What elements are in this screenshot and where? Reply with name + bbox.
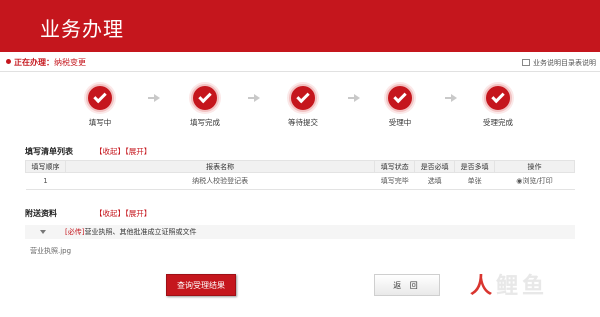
progress-steps: 填写中 填写完成 等待提交 受理中 受理完成 <box>60 84 560 134</box>
check-icon <box>484 84 512 112</box>
cell-name: 纳税人校验登记表 <box>65 172 375 190</box>
current-task: 正在办理：纳税变更 <box>14 58 86 67</box>
col-op: 操作 <box>494 160 575 173</box>
check-icon <box>191 84 219 112</box>
step-3: 等待提交 <box>263 84 343 128</box>
col-required: 是否必填 <box>414 160 456 173</box>
page-title: 业务办理 <box>40 17 124 41</box>
arrow-right-icon <box>148 94 160 102</box>
list-section-title: 填写清单列表 <box>25 147 73 156</box>
attachment-file[interactable]: 营业执照.jpg <box>30 246 71 256</box>
view-print-link[interactable]: ◉浏览/打印 <box>494 172 575 190</box>
form-list-table: 填写顺序 报表名称 填写状态 是否必填 是否多填 操作 1 纳税人校验登记表 填… <box>25 160 575 190</box>
page-header: 业务办理 <box>0 0 600 52</box>
location-pin-icon <box>6 59 11 64</box>
document-icon <box>522 59 530 66</box>
step-label: 填写完成 <box>190 118 220 127</box>
table-header-row: 填写顺序 报表名称 填写状态 是否必填 是否多填 操作 <box>25 160 575 173</box>
query-result-button[interactable]: 查询受理结果 <box>166 274 236 296</box>
step-label: 受理完成 <box>483 118 513 127</box>
cell-required: 选填 <box>414 172 455 190</box>
step-1: 填写中 <box>60 84 140 128</box>
collapse-link[interactable]: 【收起】 <box>95 147 125 156</box>
cell-multi: 单张 <box>454 172 495 190</box>
step-4: 受理中 <box>360 84 440 128</box>
attach-section-title: 附送资料 <box>25 209 57 218</box>
table-row: 1 纳税人校验登记表 填写完毕 选填 单张 ◉浏览/打印 <box>25 172 575 190</box>
step-label: 受理中 <box>388 118 412 127</box>
col-multi: 是否多填 <box>454 160 496 173</box>
back-button[interactable]: 返 回 <box>374 274 440 296</box>
check-icon <box>386 84 414 112</box>
triangle-down-icon[interactable] <box>40 230 46 234</box>
step-label: 填写中 <box>88 118 112 127</box>
expand-link[interactable]: 【展开】 <box>125 209 151 218</box>
arrow-right-icon <box>445 94 457 102</box>
col-name: 报表名称 <box>64 160 376 173</box>
attachment-label: [必传]营业执照、其他批准成立证照或文件 <box>65 228 197 236</box>
col-order: 填写顺序 <box>25 160 66 173</box>
watermark-logo: 人鲤鱼 <box>470 274 549 299</box>
step-5: 受理完成 <box>458 84 538 128</box>
required-tag: [必传] <box>65 228 85 236</box>
collapse-link[interactable]: 【收起】 <box>95 209 125 218</box>
list-toggle: 【收起】【展开】 <box>95 146 151 157</box>
help-link[interactable]: 业务说明目录表说明 <box>522 58 596 68</box>
current-task-value: 纳税变更 <box>54 58 86 67</box>
step-2: 填写完成 <box>165 84 245 128</box>
attach-toggle: 【收起】【展开】 <box>95 208 151 219</box>
col-status: 填写状态 <box>374 160 416 173</box>
step-label: 等待提交 <box>288 118 318 127</box>
expand-link[interactable]: 【展开】 <box>125 147 151 156</box>
status-bar: 正在办理：纳税变更 业务说明目录表说明 <box>0 53 600 72</box>
arrow-right-icon <box>348 94 360 102</box>
cell-status: 填写完毕 <box>374 172 415 190</box>
cell-order: 1 <box>25 172 66 190</box>
check-icon <box>86 84 114 112</box>
arrow-right-icon <box>248 94 260 102</box>
check-icon <box>289 84 317 112</box>
